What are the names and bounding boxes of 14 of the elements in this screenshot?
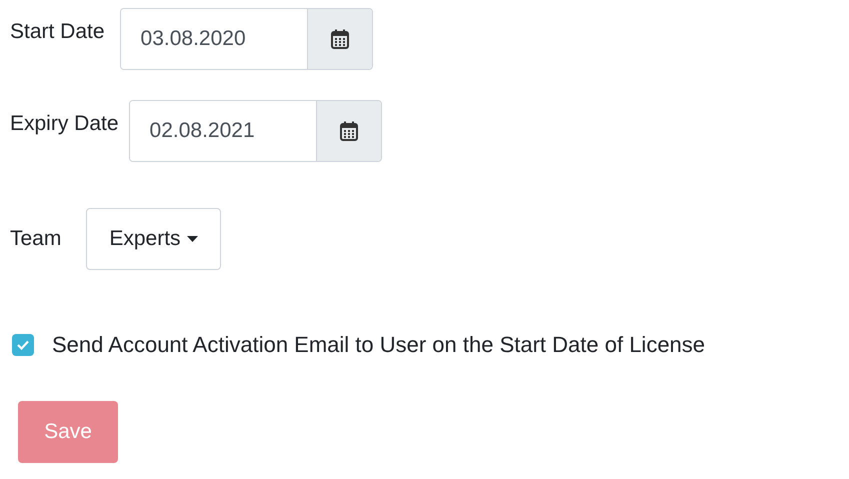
field-label: Expiry Date (10, 111, 119, 137)
checkmark-icon (17, 340, 29, 350)
checkbox-label: Send Account Activation Email to User on the Start Date of License (52, 331, 706, 359)
checkbox[interactable] (12, 334, 34, 356)
calendar-button[interactable] (306, 9, 372, 69)
calendar-icon (330, 29, 349, 49)
date-field[interactable]: 02.08.2021 (128, 100, 382, 162)
caret-icon (186, 236, 198, 242)
team-dropdown[interactable]: Experts (86, 208, 221, 270)
calendar-icon (340, 121, 358, 141)
field-label: Start Date (10, 19, 105, 45)
field-label: Team (10, 226, 62, 252)
calendar-button[interactable] (316, 101, 381, 161)
date-field[interactable]: 03.08.2020 (120, 8, 373, 70)
